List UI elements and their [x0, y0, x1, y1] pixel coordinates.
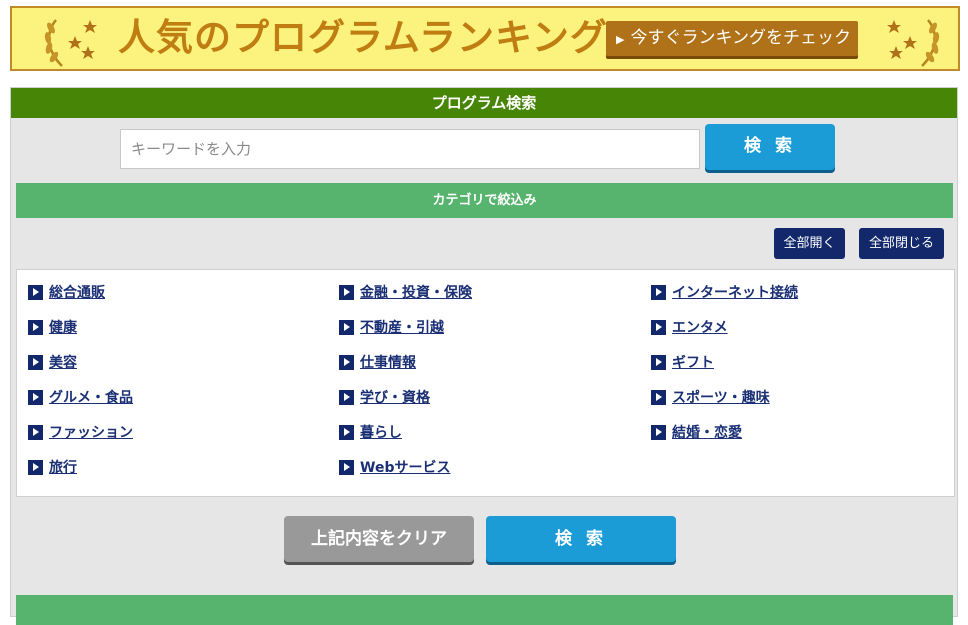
- category-item-sports-hobbies[interactable]: スポーツ・趣味: [651, 388, 770, 408]
- category-item-gourmet-food[interactable]: グルメ・食品: [28, 388, 133, 408]
- arrow-right-icon: [339, 389, 354, 405]
- arrow-right-icon: [28, 389, 43, 405]
- category-item-job-info[interactable]: 仕事情報: [339, 353, 416, 373]
- laurel-stars-icon: [887, 19, 940, 67]
- check-ranking-label: 今すぐランキングをチェック: [630, 28, 851, 48]
- category-filter-header: カテゴリで絞込み: [16, 183, 953, 218]
- category-item-travel[interactable]: 旅行: [28, 458, 77, 478]
- category-item-entertainment[interactable]: エンタメ: [651, 318, 728, 338]
- arrow-right-icon: [339, 459, 354, 475]
- category-item-beauty[interactable]: 美容: [28, 353, 77, 373]
- category-item-finance-investment-insurance[interactable]: 金融・投資・保険: [339, 283, 472, 303]
- ranking-banner[interactable]: 人気のプログラムランキング ▶ 今すぐランキングをチェック: [10, 6, 960, 71]
- arrow-right-icon: [28, 459, 43, 475]
- category-item-general-mail-order[interactable]: 総合通販: [28, 283, 105, 303]
- arrow-right-icon: [651, 284, 666, 300]
- arrow-right-icon: [339, 284, 354, 300]
- collapse-all-button[interactable]: 全部閉じる: [859, 228, 944, 259]
- arrow-right-icon: [339, 424, 354, 440]
- category-item-living[interactable]: 暮らし: [339, 423, 402, 443]
- arrow-right-icon: [28, 284, 43, 300]
- category-item-internet-connection[interactable]: インターネット接続: [651, 283, 798, 303]
- program-search-panel: プログラム検索 検 索 カテゴリで絞込み 全部開く 全部閉じる 総合通販 健康 …: [10, 87, 958, 625]
- arrow-right-icon: [651, 354, 666, 370]
- arrow-right-icon: [339, 319, 354, 335]
- search-button[interactable]: 検 索: [705, 124, 835, 170]
- arrow-right-icon: [339, 354, 354, 370]
- laurel-stars-icon: [44, 19, 97, 67]
- category-item-real-estate-moving[interactable]: 不動産・引越: [339, 318, 444, 338]
- category-item-web-services[interactable]: Webサービス: [339, 458, 450, 478]
- program-search-header: プログラム検索: [11, 88, 957, 118]
- category-list: 総合通販 健康 美容 グルメ・食品 ファッション 旅行 金融・投資・保険 不動産…: [16, 269, 955, 497]
- expand-all-button[interactable]: 全部開く: [774, 228, 845, 259]
- category-item-health[interactable]: 健康: [28, 318, 77, 338]
- banner-title: 人気のプログラムランキング: [118, 16, 608, 59]
- arrow-right-icon: [651, 424, 666, 440]
- check-ranking-button[interactable]: ▶ 今すぐランキングをチェック: [606, 21, 858, 56]
- arrow-right-icon: [28, 354, 43, 370]
- category-item-marriage-romance[interactable]: 結婚・恋愛: [651, 423, 742, 443]
- arrow-right-icon: [651, 389, 666, 405]
- arrow-right-icon: [28, 319, 43, 335]
- arrow-right-icon: [28, 424, 43, 440]
- next-section-header: [16, 595, 953, 625]
- play-triangle-icon: ▶: [616, 33, 625, 46]
- keyword-input[interactable]: [120, 129, 700, 169]
- category-item-learning-qualifications[interactable]: 学び・資格: [339, 388, 430, 408]
- category-item-fashion[interactable]: ファッション: [28, 423, 133, 443]
- arrow-right-icon: [651, 319, 666, 335]
- search-submit-button[interactable]: 検 索: [486, 516, 676, 562]
- category-item-gift[interactable]: ギフト: [651, 353, 714, 373]
- clear-button[interactable]: 上記内容をクリア: [284, 516, 474, 562]
